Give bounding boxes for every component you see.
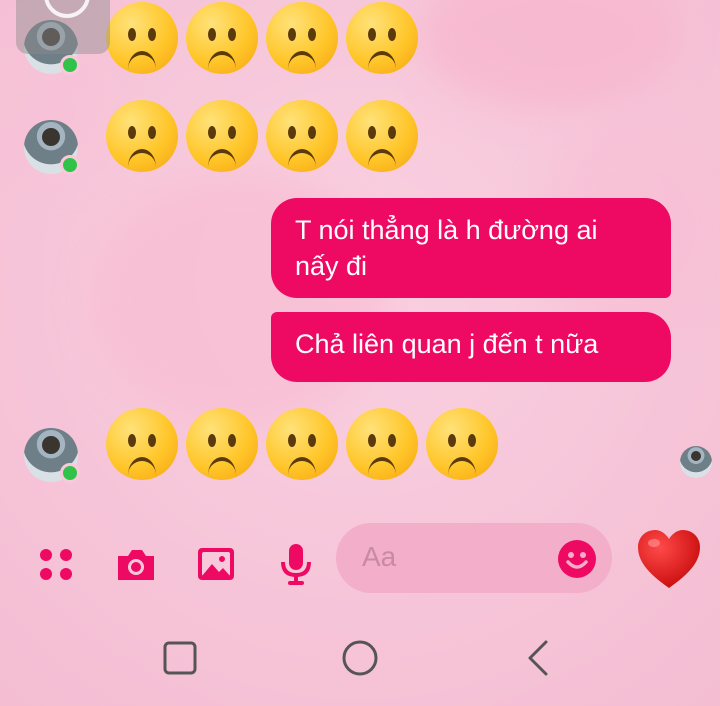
floating-assistive-button[interactable] [16,0,110,54]
online-indicator [60,155,80,175]
sent-message-bubble[interactable]: Chả liên quan j đến t nữa [271,312,671,382]
home-icon[interactable] [340,638,380,678]
sad-face-emoji [346,2,418,74]
message-input[interactable]: Aa [336,523,612,593]
contact-avatar[interactable] [24,428,80,483]
sad-face-emoji [266,100,338,172]
sad-face-emoji [266,408,338,480]
sad-face-emoji [186,408,258,480]
sad-face-emoji: 🙁 [106,408,178,480]
sad-face-emoji: 🙁 [106,100,178,172]
message-input-placeholder: Aa [362,541,397,572]
sad-face-emoji [186,100,258,172]
emoji-icon[interactable] [558,540,596,578]
camera-icon[interactable] [114,542,158,586]
heart-icon[interactable] [636,528,702,590]
sad-face-emoji [426,408,498,480]
online-indicator [60,55,80,75]
emoji-message[interactable]: 🙁 [106,408,498,480]
emoji-message[interactable]: 🙁 [106,100,418,172]
back-icon[interactable] [518,638,558,678]
contact-avatar[interactable] [24,120,80,175]
microphone-icon[interactable] [274,542,318,586]
sad-face-emoji [186,2,258,74]
emoji-message[interactable]: 🙁 [106,2,418,74]
sad-face-emoji [346,408,418,480]
sad-face-emoji: 🙁 [106,2,178,74]
image-icon[interactable] [194,542,238,586]
sad-face-emoji [346,100,418,172]
apps-icon[interactable] [34,542,78,586]
system-navigation-bar [0,600,720,706]
sad-face-emoji [266,2,338,74]
seen-avatar [680,446,712,478]
message-composer: Aa [0,520,720,600]
sent-message-bubble[interactable]: T nói thẳng là h đường ai nấy đi [271,198,671,298]
online-indicator [60,463,80,483]
recent-apps-icon[interactable] [160,638,200,678]
